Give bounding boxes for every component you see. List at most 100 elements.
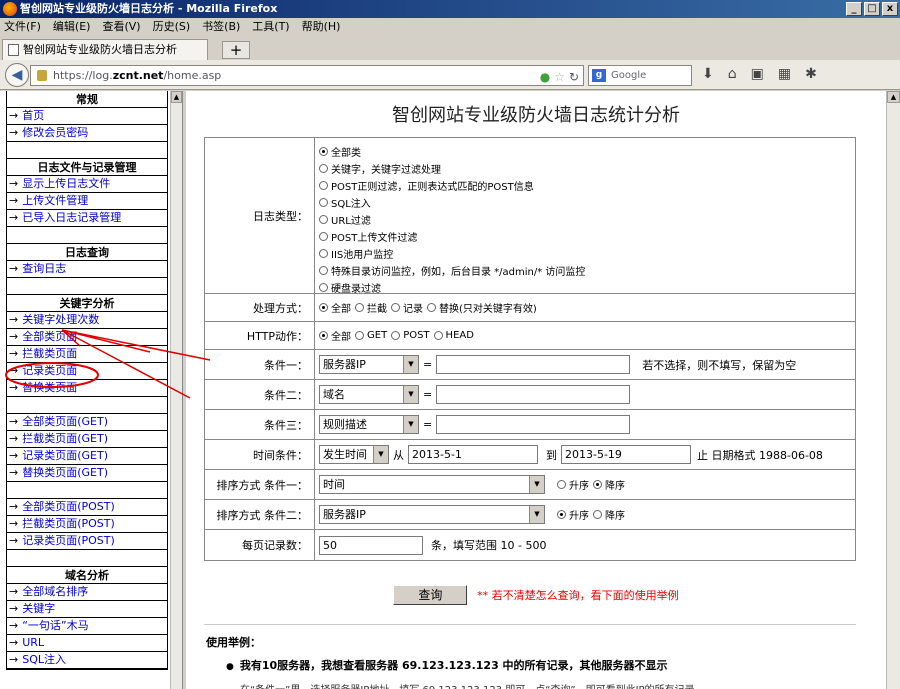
- go-icon[interactable]: ●: [540, 68, 550, 87]
- menu-item-0[interactable]: 文件(F): [4, 18, 41, 36]
- minimize-button[interactable]: _: [846, 2, 862, 16]
- home-icon[interactable]: ⌂: [728, 66, 737, 82]
- log-type-option[interactable]: POST正则过滤，正则表达式匹配的POST信息: [319, 178, 585, 193]
- radio-button[interactable]: [557, 480, 566, 489]
- sidebar-item[interactable]: → 显示上传日志文件: [7, 176, 167, 193]
- scroll-up-icon[interactable]: ▲: [887, 91, 900, 103]
- handle-option[interactable]: 拦截: [355, 300, 387, 315]
- radio-button[interactable]: [427, 303, 436, 312]
- http-option[interactable]: GET: [355, 330, 387, 341]
- addons-icon[interactable]: ▦: [778, 66, 791, 82]
- sidebar-item[interactable]: → 拦截类页面: [7, 346, 167, 363]
- radio-button[interactable]: [391, 303, 400, 312]
- radio-button[interactable]: [319, 215, 328, 224]
- radio-button[interactable]: [433, 331, 443, 340]
- sidebar-scrollbar[interactable]: ▲: [170, 91, 182, 689]
- search-box[interactable]: g Google: [588, 65, 692, 86]
- handle-option[interactable]: 全部: [319, 300, 351, 315]
- scroll-up-icon[interactable]: ▲: [171, 91, 182, 103]
- http-option[interactable]: POST: [391, 330, 430, 341]
- cond1-input[interactable]: [436, 355, 631, 374]
- sidebar-item[interactable]: → SQL注入: [7, 652, 167, 669]
- sort2-option[interactable]: 升序: [557, 507, 589, 522]
- settings-icon[interactable]: ✱: [805, 66, 817, 82]
- sidebar-item[interactable]: → “一句话”木马: [7, 618, 167, 635]
- radio-button[interactable]: [319, 331, 328, 340]
- radio-button[interactable]: [319, 147, 328, 156]
- bookmark-star-icon[interactable]: ☆: [554, 68, 565, 87]
- cond2-input[interactable]: [436, 385, 631, 404]
- sidebar-item[interactable]: → 记录类页面: [7, 363, 167, 380]
- radio-button[interactable]: [391, 331, 401, 340]
- radio-button[interactable]: [319, 283, 328, 292]
- sidebar-item[interactable]: → 全部域名排序: [7, 584, 167, 601]
- sidebar-item[interactable]: → 关键字: [7, 601, 167, 618]
- log-type-option[interactable]: 全部类: [319, 144, 585, 159]
- http-option[interactable]: HEAD: [433, 330, 474, 341]
- radio-button[interactable]: [319, 303, 328, 312]
- radio-button[interactable]: [319, 266, 328, 275]
- time-field-select[interactable]: 发生时间 ▼: [319, 445, 389, 464]
- menu-item-4[interactable]: 书签(B): [202, 18, 240, 36]
- sidebar-item[interactable]: → 已导入日志记录管理: [7, 210, 167, 227]
- sidebar-item[interactable]: → 首页: [7, 108, 167, 125]
- log-type-option[interactable]: URL过滤: [319, 212, 585, 227]
- sidebar-item[interactable]: → 查询日志: [7, 261, 167, 278]
- log-type-option[interactable]: SQL注入: [319, 195, 585, 210]
- close-button[interactable]: x: [882, 2, 898, 16]
- radio-button[interactable]: [593, 510, 602, 519]
- time-to-input[interactable]: 2013-5-19: [561, 445, 691, 464]
- radio-button[interactable]: [319, 198, 328, 207]
- menu-item-5[interactable]: 工具(T): [252, 18, 289, 36]
- sidebar-item[interactable]: → 全部类页面: [7, 329, 167, 346]
- per-page-input[interactable]: 50: [319, 535, 423, 555]
- sidebar-item[interactable]: → 关键字处理次数: [7, 312, 167, 329]
- sidebar-item[interactable]: → 记录类页面(POST): [7, 533, 167, 550]
- cond2-select[interactable]: 域名 ▼: [319, 385, 419, 404]
- log-type-option[interactable]: 特殊目录访问监控，例如，后台目录 */admin/* 访问监控: [319, 263, 585, 278]
- sidebar-item[interactable]: → 全部类页面(POST): [7, 499, 167, 516]
- radio-button[interactable]: [319, 249, 328, 258]
- back-button[interactable]: ◀: [5, 63, 29, 87]
- reload-icon[interactable]: ↻: [569, 68, 579, 87]
- maximize-button[interactable]: □: [864, 2, 880, 16]
- sort1-option[interactable]: 降序: [593, 477, 625, 492]
- log-type-option[interactable]: 硬盘录过滤: [319, 280, 585, 295]
- sort1-option[interactable]: 升序: [557, 477, 589, 492]
- http-option[interactable]: 全部: [319, 328, 351, 343]
- sidebar-item[interactable]: → 拦截类页面(GET): [7, 431, 167, 448]
- menu-item-6[interactable]: 帮助(H): [302, 18, 341, 36]
- sidebar-item[interactable]: → 替换类页面(GET): [7, 465, 167, 482]
- radio-button[interactable]: [557, 510, 566, 519]
- query-button[interactable]: 查询: [393, 585, 468, 605]
- menu-item-3[interactable]: 历史(S): [153, 18, 191, 36]
- sidebar-item[interactable]: → 修改会员密码: [7, 125, 167, 142]
- handle-option[interactable]: 记录: [391, 300, 423, 315]
- radio-button[interactable]: [593, 480, 602, 489]
- radio-button[interactable]: [319, 232, 328, 241]
- sort1-select[interactable]: 时间 ▼: [319, 475, 545, 494]
- url-bar[interactable]: https://log.zcnt.net/home.asp ● ☆ ↻: [30, 65, 584, 86]
- cond3-input[interactable]: [436, 415, 631, 434]
- radio-button[interactable]: [355, 303, 364, 312]
- cond3-select[interactable]: 规则描述 ▼: [319, 415, 419, 434]
- sidebar-item[interactable]: → URL: [7, 635, 167, 652]
- menu-item-2[interactable]: 查看(V): [102, 18, 140, 36]
- sidebar-item[interactable]: → 记录类页面(GET): [7, 448, 167, 465]
- handle-option[interactable]: 替换(只对关键字有效): [427, 300, 537, 315]
- radio-button[interactable]: [319, 181, 328, 190]
- tab-current[interactable]: 智创网站专业级防火墙日志分析: [2, 39, 208, 60]
- cond1-select[interactable]: 服务器IP ▼: [319, 355, 419, 374]
- radio-button[interactable]: [319, 164, 328, 173]
- sidebar-item[interactable]: → 替换类页面: [7, 380, 167, 397]
- sidebar-item[interactable]: → 全部类页面(GET): [7, 414, 167, 431]
- time-from-input[interactable]: 2013-5-1: [408, 445, 538, 464]
- sort2-option[interactable]: 降序: [593, 507, 625, 522]
- menu-item-1[interactable]: 编辑(E): [53, 18, 91, 36]
- new-tab-button[interactable]: +: [222, 41, 250, 59]
- screenshot-icon[interactable]: ▣: [751, 66, 764, 82]
- sort2-select[interactable]: 服务器IP ▼: [319, 505, 545, 524]
- log-type-option[interactable]: 关键字，关键字过滤处理: [319, 161, 585, 176]
- sidebar-item[interactable]: → 上传文件管理: [7, 193, 167, 210]
- log-type-option[interactable]: IIS池用户监控: [319, 246, 585, 261]
